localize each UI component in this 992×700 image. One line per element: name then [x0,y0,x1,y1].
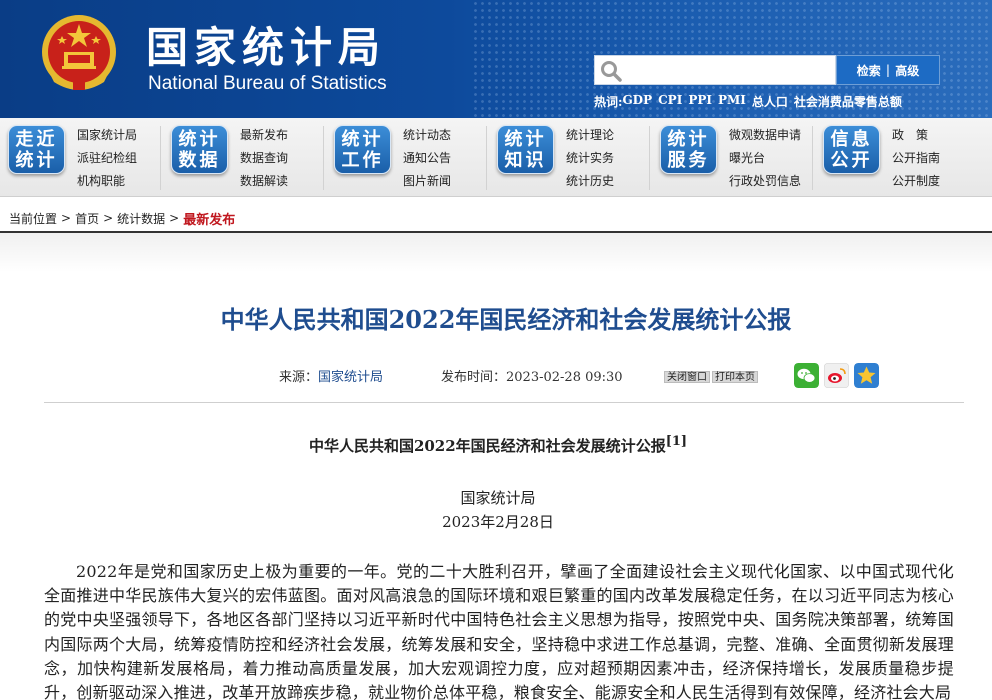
search-buttons: 检索 | 高级 [836,55,940,85]
nav-badge-work[interactable]: 统计 工作 [334,125,391,174]
print-button[interactable]: 打印本页 [712,371,758,383]
favorite-star-icon[interactable] [854,363,879,388]
article-title: 中华人民共和国2022年国民经济和社会发展统计公报 [220,305,792,334]
nav-link[interactable]: 最新发布 [240,126,288,144]
source-link[interactable]: 国家统计局 [318,370,383,385]
breadcrumb: 当前位置 > 首页 > 统计数据 > 最新发布 [0,204,992,232]
nav-divider [160,126,161,190]
nav-link[interactable]: 派驻纪检组 [77,149,137,167]
nav-link[interactable]: 行政处罚信息 [729,172,801,190]
search-separator: | [885,63,891,77]
national-emblem-icon[interactable] [40,12,118,94]
nav-link[interactable]: 数据解读 [240,172,288,190]
site-title[interactable]: 国家统计局 [146,14,386,75]
footnote-link[interactable]: [1] [666,434,687,449]
breadcrumb-current[interactable]: 最新发布 [183,209,235,228]
nav-badge-knowledge[interactable]: 统计 知识 [497,125,554,174]
document-date: 2023年2月28日 [442,513,554,531]
nav-divider [323,126,324,190]
breadcrumb-home-link[interactable]: 首页 [75,210,99,227]
nav-divider [486,126,487,190]
source-label: 来源： [279,370,319,385]
nav-link[interactable]: 数据查询 [240,149,288,167]
nav-link[interactable]: 微观数据申请 [729,126,801,144]
nav-link[interactable]: 国家统计局 [77,126,137,144]
article-source: 来源：国家统计局 [279,366,383,385]
nav-link[interactable]: 统计实务 [566,149,614,167]
hot-word-link[interactable]: CPI [658,93,682,110]
article-divider [44,402,964,403]
nav-link[interactable]: 统计动态 [403,126,451,144]
breadcrumb-separator: > [103,211,114,225]
breadcrumb-separator: > [169,211,180,225]
nav-link[interactable]: 通知公告 [403,149,451,167]
hot-word-link[interactable]: PMI [718,93,746,110]
document-title-text: 中华人民共和国2022年国民经济和社会发展统计公报 [308,437,666,455]
nav-link[interactable]: 曝光台 [729,149,801,167]
nav-link[interactable]: 统计理论 [566,126,614,144]
breadcrumb-shadow [0,233,992,273]
document-title: 中华人民共和国2022年国民经济和社会发展统计公报[1] [0,434,992,456]
hot-words-label: 热词: [594,95,623,109]
nav-divider [649,126,650,190]
wechat-share-icon[interactable] [794,363,819,388]
breadcrumb-label: 当前位置 [9,211,58,226]
nav-badge-about[interactable]: 走近 统计 [8,125,65,174]
nav-badge-service[interactable]: 统计 服务 [660,125,717,174]
search-button[interactable]: 检索 [857,62,881,79]
nav-link[interactable]: 机构职能 [77,172,137,190]
search-input[interactable] [627,58,831,82]
time-label: 发布时间： [441,370,507,385]
search-icon [601,61,622,82]
hot-word-link[interactable]: 总人口 [752,93,788,110]
close-window-button[interactable]: 关闭窗口 [664,371,710,383]
hot-word-link[interactable]: 社会消费品零售总额 [794,93,902,110]
document-organization: 国家统计局 [460,489,536,507]
hot-word-link[interactable]: GDP [622,93,652,110]
hot-word-link[interactable]: PPI [688,93,712,110]
breadcrumb-data-link[interactable]: 统计数据 [117,210,165,227]
main-nav: 走近 统计 国家统计局 派驻纪检组 机构职能 统计 数据 最新发布 数据查询 数据解… [0,118,992,197]
site-subtitle: National Bureau of Statistics [148,73,387,94]
search-box [594,55,836,85]
breadcrumb-separator: > [61,211,72,225]
header-banner: 国家统计局 National Bureau of Statistics 检索 |… [0,0,992,118]
article-time: 发布时间：2023-02-28 09:30 [441,366,623,385]
nav-link[interactable]: 公开制度 [892,172,940,190]
nav-link[interactable]: 公开指南 [892,149,940,167]
advanced-search-button[interactable]: 高级 [895,62,919,79]
nav-divider [812,126,813,190]
nav-badge-data[interactable]: 统计 数据 [171,125,228,174]
time-value: 2023-02-28 09:30 [506,370,623,385]
nav-link[interactable]: 政 策 [892,126,940,144]
nav-link[interactable]: 图片新闻 [403,172,451,190]
nav-badge-disclosure[interactable]: 信息 公开 [823,125,880,174]
weibo-share-icon[interactable] [824,363,849,388]
hot-words: 热词: GDP CPI PPI PMI 总人口 社会消费品零售总额 [594,93,902,110]
nav-link[interactable]: 统计历史 [566,172,614,190]
article-body-paragraph: 2022年是党和国家历史上极为重要的一年。党的二十大胜利召开，擘画了全面建设社会… [44,562,954,700]
